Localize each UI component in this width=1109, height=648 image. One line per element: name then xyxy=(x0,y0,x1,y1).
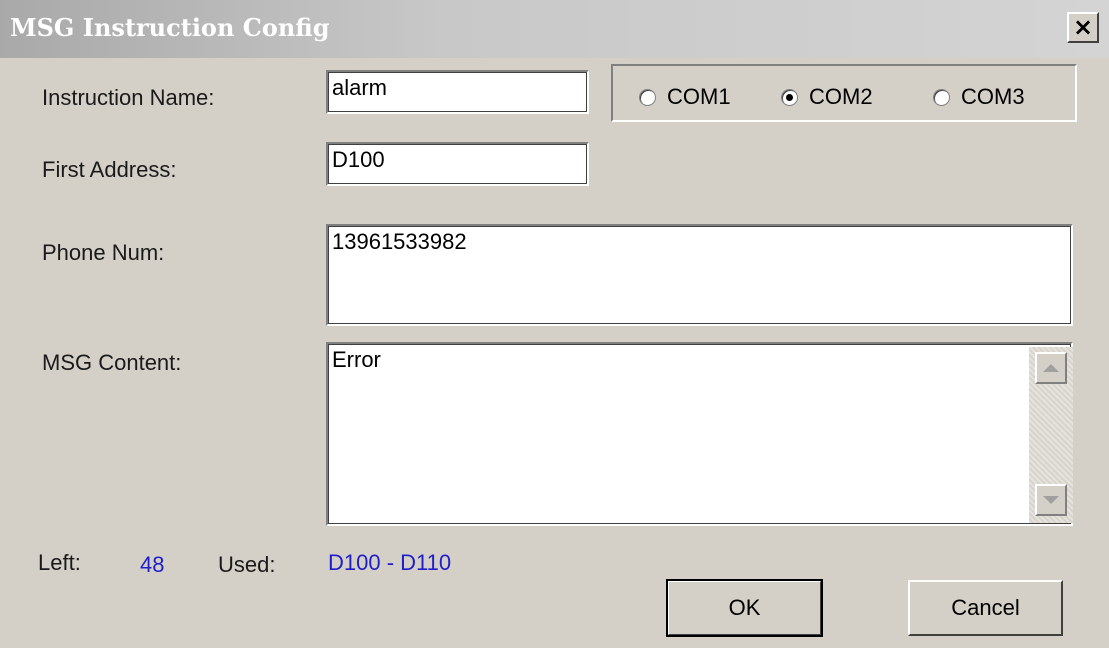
com1-radio-option[interactable]: COM1 xyxy=(639,84,731,110)
ok-button[interactable]: OK xyxy=(666,579,823,637)
com3-radio-option[interactable]: COM3 xyxy=(933,84,1025,110)
com1-label: COM1 xyxy=(667,84,731,109)
used-range-value: D100 - D110 xyxy=(328,550,452,575)
com2-label: COM2 xyxy=(809,84,873,109)
msg-content-scrollbar[interactable] xyxy=(1029,347,1073,523)
scroll-up-button[interactable] xyxy=(1035,352,1067,384)
left-count-value: 48 xyxy=(140,552,165,577)
close-icon: × xyxy=(1072,13,1094,41)
instruction-name-label: Instruction Name: xyxy=(42,85,215,110)
phone-num-textarea[interactable]: 13961533982 xyxy=(326,224,1073,326)
close-button[interactable]: × xyxy=(1067,12,1099,43)
scroll-down-button[interactable] xyxy=(1035,484,1067,516)
msg-instruction-config-dialog: MSG Instruction Config × Instruction Nam… xyxy=(0,0,1109,648)
cancel-button[interactable]: Cancel xyxy=(908,580,1063,636)
com3-radio[interactable] xyxy=(933,88,950,106)
com2-radio[interactable] xyxy=(781,88,798,106)
com-port-group: COM1 COM2 COM3 xyxy=(611,64,1077,122)
used-label: Used: xyxy=(218,552,276,577)
msg-content-text: Error xyxy=(332,347,381,372)
msg-content-textarea[interactable]: Error xyxy=(326,342,1073,526)
first-address-label: First Address: xyxy=(42,157,177,182)
com2-radio-option[interactable]: COM2 xyxy=(781,84,873,110)
left-label: Left: xyxy=(38,550,81,575)
phone-num-label: Phone Num: xyxy=(42,240,165,265)
title-bar[interactable]: MSG Instruction Config × xyxy=(0,0,1109,58)
chevron-down-icon xyxy=(1043,496,1059,504)
com1-radio[interactable] xyxy=(639,88,656,106)
first-address-input[interactable]: D100 xyxy=(326,142,589,186)
com3-label: COM3 xyxy=(961,84,1025,109)
chevron-up-icon xyxy=(1043,364,1059,372)
instruction-name-input[interactable]: alarm xyxy=(326,70,589,114)
dialog-title: MSG Instruction Config xyxy=(10,13,330,42)
msg-content-label: MSG Content: xyxy=(42,350,182,375)
